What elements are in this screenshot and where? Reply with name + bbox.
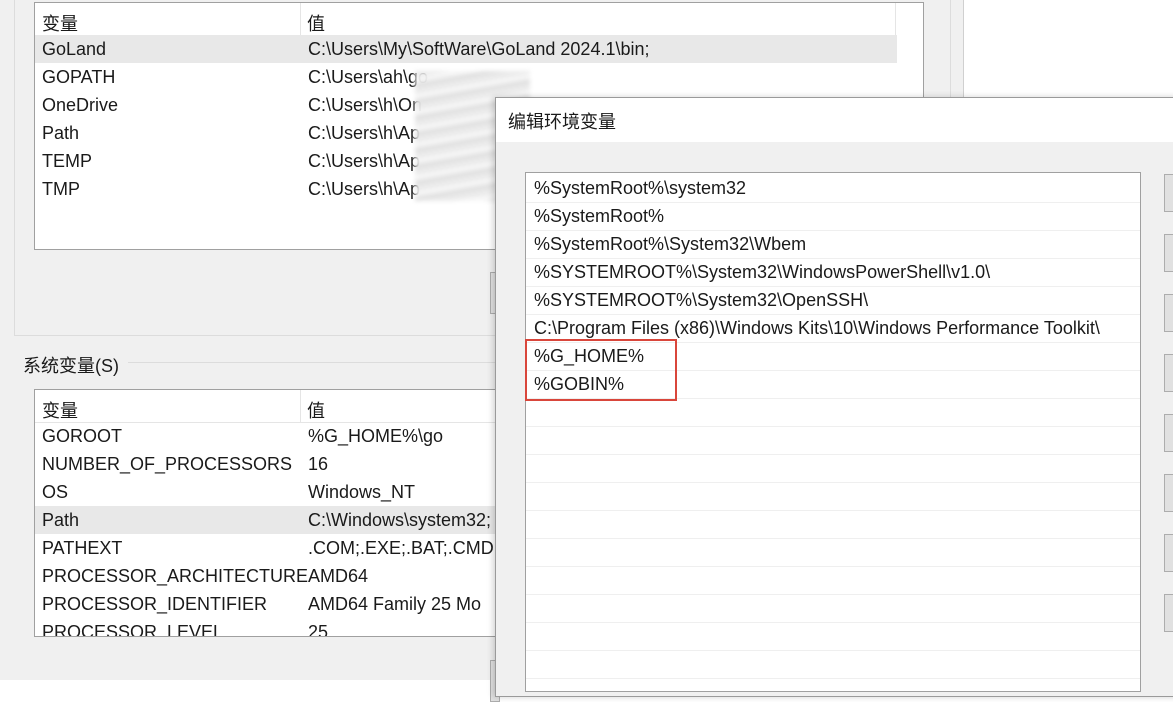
variable-value: 25 (308, 622, 329, 637)
variable-value: C:\Windows\system32; (308, 510, 492, 530)
path-entry[interactable]: %SystemRoot%\System32\Wbem (526, 231, 1140, 259)
variable-name: Path (42, 123, 80, 143)
path-entry-text: %SystemRoot% (534, 206, 665, 226)
variable-value: .COM;.EXE;.BAT;.CMD; (308, 538, 498, 558)
path-entry-text: C:\Program Files (x86)\Windows Kits\10\W… (534, 318, 1100, 338)
move-up-button[interactable] (1164, 414, 1173, 452)
path-entry[interactable]: C:\Program Files (x86)\Windows Kits\10\W… (526, 315, 1140, 343)
empty-path-row[interactable] (526, 651, 1140, 679)
variable-value: C:\Users\My\SoftWare\GoLand 2024.1\bin; (308, 39, 650, 59)
column-header-value[interactable]: 值 (307, 397, 325, 423)
variable-name: PROCESSOR_IDENTIFIER (42, 594, 268, 614)
variable-name: TMP (42, 179, 80, 199)
variable-name: OS (42, 482, 69, 502)
path-entry[interactable]: %SystemRoot%\system32 (526, 175, 1140, 203)
column-header-variable[interactable]: 变量 (42, 10, 78, 36)
path-entry[interactable]: %G_HOME% (526, 343, 1140, 371)
empty-path-row[interactable] (526, 539, 1140, 567)
empty-path-row[interactable] (526, 567, 1140, 595)
edit-environment-variable-dialog: 编辑环境变量 %SystemRoot%\system32 %SystemRoot%… (495, 97, 1173, 697)
path-entry-text: %GOBIN% (534, 374, 625, 394)
path-entries-list[interactable]: %SystemRoot%\system32 %SystemRoot% %System… (525, 172, 1141, 692)
user-variables-header: 变量 值 (35, 3, 897, 36)
path-entry-text: %SYSTEMROOT%\System32\OpenSSH\ (534, 290, 869, 310)
variable-value: %G_HOME%\go (308, 426, 444, 446)
variable-name: GOROOT (42, 426, 122, 446)
delete-button[interactable] (1164, 354, 1173, 392)
empty-path-row[interactable] (526, 399, 1140, 427)
variable-name: PROCESSOR_LEVEL (42, 622, 224, 637)
new-button[interactable] (1164, 174, 1173, 212)
path-entry-text: %G_HOME% (534, 346, 645, 366)
variable-name: GoLand (42, 39, 107, 59)
path-entry-text: %SystemRoot%\System32\Wbem (534, 234, 807, 254)
path-entry[interactable]: %GOBIN% (526, 371, 1140, 399)
empty-path-row[interactable] (526, 455, 1140, 483)
variable-name: PROCESSOR_ARCHITECTURE (42, 566, 309, 586)
edit-button[interactable] (1164, 234, 1173, 272)
empty-path-row[interactable] (526, 427, 1140, 455)
variable-name: Path (42, 510, 80, 530)
path-entry[interactable]: %SystemRoot% (526, 203, 1140, 231)
path-entry-text: %SYSTEMROOT%\System32\WindowsPowerShell\… (534, 262, 991, 282)
system-variables-label: 系统变量(S) (23, 356, 119, 376)
edit-text-button[interactable] (1164, 534, 1173, 572)
variable-name: OneDrive (42, 95, 119, 115)
variable-value: AMD64 Family 25 Mo (308, 594, 482, 614)
variable-name: TEMP (42, 151, 93, 171)
browse-button[interactable] (1164, 294, 1173, 332)
variable-value: AMD64 (308, 566, 369, 586)
empty-path-row[interactable] (526, 623, 1140, 651)
path-entry[interactable]: %SYSTEMROOT%\System32\OpenSSH\ (526, 287, 1140, 315)
path-entry-text: %SystemRoot%\system32 (534, 178, 747, 198)
ok-button[interactable] (1164, 594, 1173, 632)
variable-value: Windows_NT (308, 482, 416, 502)
move-down-button[interactable] (1164, 474, 1173, 512)
empty-path-row[interactable] (526, 483, 1140, 511)
dialog-title: 编辑环境变量 (508, 112, 616, 132)
empty-path-row[interactable] (526, 595, 1140, 623)
path-entry[interactable]: %SYSTEMROOT%\System32\WindowsPowerShell\… (526, 259, 1140, 287)
variable-name: PATHEXT (42, 538, 123, 558)
column-header-value[interactable]: 值 (307, 10, 325, 36)
table-row[interactable]: GoLand C:\Users\My\SoftWare\GoLand 2024.1… (35, 35, 897, 63)
variable-value: 16 (308, 454, 329, 474)
column-header-variable[interactable]: 变量 (42, 397, 78, 423)
variable-name: NUMBER_OF_PROCESSORS (42, 454, 293, 474)
empty-path-row[interactable] (526, 511, 1140, 539)
variable-name: GOPATH (42, 67, 116, 87)
